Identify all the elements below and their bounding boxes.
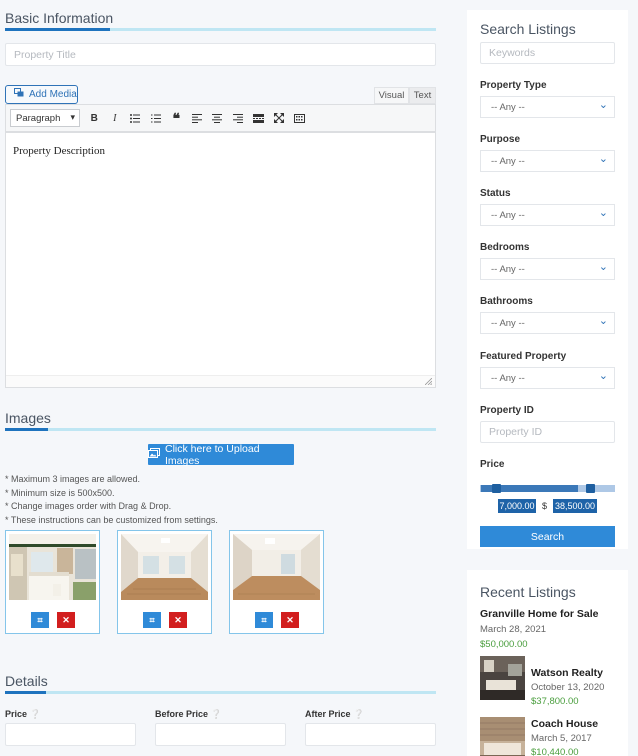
help-icon[interactable]: ❔ [30,709,41,719]
details-heading: Details [5,673,48,689]
bathrooms-select[interactable]: -- Any -- [480,312,615,334]
status-label: Status [480,188,511,199]
bathroom-photo [9,534,96,600]
image-instructions: * Maximum 3 images are allowed. * Minimu… [5,473,218,527]
instruction-line: * Change images order with Drag & Drop. [5,501,172,511]
purpose-label: Purpose [480,134,521,145]
remove-image-button[interactable]: ✕ [169,612,187,628]
search-listings-title: Search Listings [480,21,576,37]
bathrooms-label: Bathrooms [480,296,533,307]
images-heading: Images [5,410,51,426]
tab-visual[interactable]: Visual [374,87,409,104]
instruction-line: * Maximum 3 images are allowed. [5,474,141,484]
image-thumbnail[interactable]: ⌗ ✕ [117,530,212,634]
price-max-value: 38,500.00 [553,499,597,513]
help-icon[interactable]: ❔ [211,709,222,719]
listing-price: $37,800.00 [531,696,579,707]
featured-property-label: Featured Property [480,351,567,362]
italic-icon[interactable]: I [105,108,126,128]
listing-price: $10,440.00 [531,747,579,756]
editor-toolbar: Paragraph B I ❝ [5,104,436,132]
image-thumbnail[interactable]: ⌗ ✕ [229,530,324,634]
listing-title-link[interactable]: Coach House [531,718,598,730]
after-price-input[interactable] [305,723,436,746]
instruction-line: * These instructions can be customized f… [5,514,218,525]
listing-title-link[interactable]: Watson Realty [531,667,603,679]
before-price-input[interactable] [155,723,286,746]
remove-image-button[interactable]: ✕ [57,612,75,628]
listing-title-link[interactable]: Granville Home for Sale [480,608,598,620]
property-form: Basic Information Property Title Add Med… [5,0,437,756]
property-id-label: Property ID [480,405,534,416]
section-divider [5,28,436,31]
recent-listings-widget: Recent Listings Granville Home for Sale … [467,570,628,756]
recent-listings-title: Recent Listings [480,584,576,600]
price-min-value: 7,000.00 [498,499,536,513]
section-divider [5,428,436,431]
remove-image-button[interactable]: ✕ [281,612,299,628]
instruction-line: * Minimum size is 500x500. [5,487,115,498]
price-currency: $ [542,501,548,511]
align-right-icon[interactable] [228,108,249,128]
search-button[interactable]: Search [480,526,615,547]
upload-images-icon [148,448,160,461]
property-type-select[interactable]: -- Any -- [480,96,615,118]
basic-information-heading: Basic Information [5,10,114,26]
bedrooms-label: Bedrooms [480,242,530,253]
listing-price: $50,000.00 [480,639,528,650]
toolbar-toggle-icon[interactable] [289,108,310,128]
property-title-input[interactable]: Property Title [5,43,436,66]
format-select[interactable]: Paragraph [10,109,80,127]
status-select[interactable]: -- Any -- [480,204,615,226]
price-max-handle[interactable] [586,484,595,493]
editor-statusbar [6,375,435,387]
featured-property-select[interactable]: -- Any -- [480,367,615,389]
search-listings-widget: Search Listings Keywords Property Type -… [467,10,628,549]
listing-date: October 13, 2020 [531,682,605,693]
bold-icon[interactable]: B [84,108,105,128]
room-photo [121,534,208,600]
upload-images-button[interactable]: Click here to Upload Images [148,442,294,467]
description-editor[interactable]: Property Description [5,132,436,388]
purpose-select[interactable]: -- Any -- [480,150,615,172]
bullet-list-icon[interactable] [125,108,146,128]
before-price-label: Before Price ❔ [155,709,222,719]
crop-image-button[interactable]: ⌗ [31,612,49,628]
price-range-label: Price [480,459,505,470]
upload-images-label: Click here to Upload Images [165,442,260,467]
listing-date: March 28, 2021 [480,624,547,635]
bedrooms-select[interactable]: -- Any -- [480,258,615,280]
keywords-input[interactable]: Keywords [480,42,615,64]
description-placeholder: Property Description [13,145,105,157]
image-thumbnail[interactable]: ⌗ ✕ [5,530,100,634]
after-price-label: After Price ❔ [305,709,365,719]
add-media-label: Add Media [29,89,77,100]
align-center-icon[interactable] [207,108,228,128]
numbered-list-icon[interactable] [146,108,167,128]
section-divider [5,691,436,694]
price-label: Price ❔ [5,709,41,719]
price-input[interactable] [5,723,136,746]
listing-thumbnail[interactable] [480,717,525,756]
tab-text[interactable]: Text [409,87,436,104]
help-icon[interactable]: ❔ [353,709,364,719]
room-photo [233,534,320,600]
price-min-handle[interactable] [492,484,501,493]
listing-date: March 5, 2017 [531,733,592,744]
add-media-button[interactable]: Add Media [5,85,78,104]
property-id-input[interactable]: Property ID [480,421,615,443]
listing-thumbnail[interactable] [480,656,525,700]
fullscreen-icon[interactable] [269,108,290,128]
blockquote-icon[interactable]: ❝ [166,108,187,128]
crop-image-button[interactable]: ⌗ [255,612,273,628]
resize-handle-icon[interactable] [425,378,432,385]
crop-image-button[interactable]: ⌗ [143,612,161,628]
property-type-label: Property Type [480,80,547,91]
insert-more-icon[interactable] [248,108,269,128]
media-icon [14,88,25,101]
align-left-icon[interactable] [187,108,208,128]
